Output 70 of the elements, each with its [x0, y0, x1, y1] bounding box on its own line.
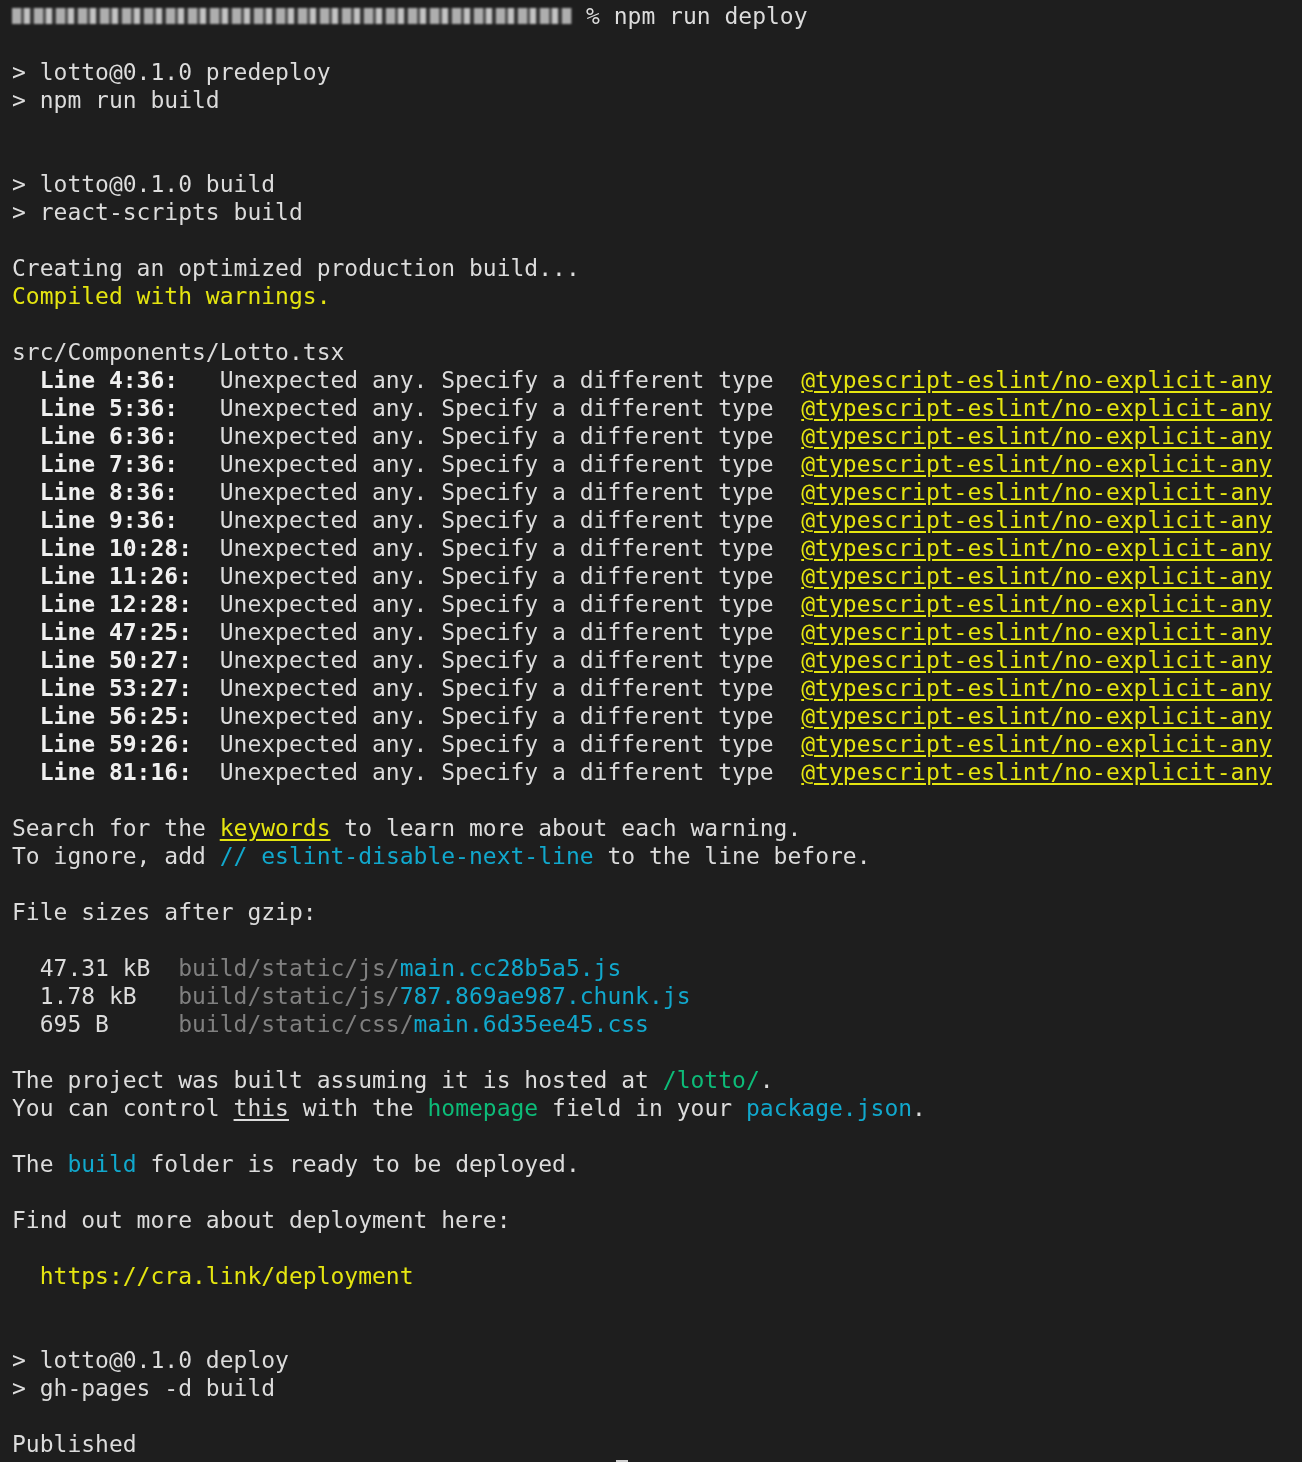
rule-link[interactable]: @typescript-eslint/no-explicit-any: [801, 618, 1290, 646]
warning-location: Line 9:36:: [39, 506, 180, 534]
output-line: File sizes after gzip:: [12, 898, 317, 926]
rule-link[interactable]: @typescript-eslint/no-explicit-any: [801, 478, 1290, 506]
warning-message: Unexpected any. Specify a different type: [219, 730, 775, 758]
output-line: > react-scripts build: [12, 198, 303, 226]
rule-link[interactable]: @typescript-eslint/no-explicit-any: [801, 674, 1290, 702]
output-line: > lotto@0.1.0 predeploy: [12, 58, 331, 86]
warning-location: Line 10:28:: [39, 534, 193, 562]
file-path: build/static/css/main.6d35ee45.css: [178, 1010, 650, 1038]
warning-message: Unexpected any. Specify a different type: [219, 758, 775, 786]
warning-location: Line 11:26:: [39, 562, 193, 590]
warning-message: Unexpected any. Specify a different type: [219, 590, 775, 618]
file-size: 695 B: [39, 1010, 110, 1038]
warning-message: Unexpected any. Specify a different type: [219, 646, 775, 674]
file-size: 1.78 kB: [39, 982, 138, 1010]
rule-link[interactable]: @typescript-eslint/no-explicit-any: [801, 506, 1290, 534]
output-line: > lotto@0.1.0 deploy: [12, 1346, 289, 1374]
output-line: The project was built assuming it is hosted at /lotto/.: [12, 1066, 774, 1094]
warning-location: Line 7:36:: [39, 450, 180, 478]
rule-link[interactable]: @typescript-eslint/no-explicit-any: [801, 366, 1290, 394]
output-line: The build folder is ready to be deployed.: [12, 1150, 580, 1178]
output-line: > npm run build: [12, 86, 220, 114]
output-line: You can control this with the homepage field in your package.json.: [12, 1094, 926, 1122]
warning-message: Unexpected any. Specify a different type: [219, 422, 775, 450]
rule-link[interactable]: @typescript-eslint/no-explicit-any: [801, 730, 1290, 758]
file-size: 47.31 kB: [39, 954, 152, 982]
file-path: build/static/js/787.869ae987.chunk.js: [178, 982, 692, 1010]
warning-location: Line 6:36:: [39, 422, 180, 450]
file-path: build/static/js/main.cc28b5a5.js: [178, 954, 623, 982]
output-line: Search for the keywords to learn more about each warning.: [12, 814, 802, 842]
output-line: To ignore, add // eslint-disable-next-line to the line before.: [12, 842, 871, 870]
warning-location: Line 59:26:: [39, 730, 193, 758]
warning-location: Line 8:36:: [39, 478, 180, 506]
warning-location: Line 4:36:: [39, 366, 180, 394]
warning-location: Line 50:27:: [39, 646, 193, 674]
warning-message: Unexpected any. Specify a different type: [219, 506, 775, 534]
warning-location: Line 5:36:: [39, 394, 180, 422]
warning-message: Unexpected any. Specify a different type: [219, 674, 775, 702]
warning-message: Unexpected any. Specify a different type: [219, 562, 775, 590]
rule-link[interactable]: @typescript-eslint/no-explicit-any: [801, 422, 1290, 450]
output-line: Published: [12, 1430, 137, 1458]
warning-location: Line 81:16:: [39, 758, 193, 786]
rule-link[interactable]: @typescript-eslint/no-explicit-any: [801, 534, 1290, 562]
command-text: % npm run deploy: [586, 2, 808, 30]
output-line: > gh-pages -d build: [12, 1374, 276, 1402]
rule-link[interactable]: @typescript-eslint/no-explicit-any: [801, 702, 1290, 730]
output-line: > lotto@0.1.0 build: [12, 170, 276, 198]
warning-message: Unexpected any. Specify a different type: [219, 478, 775, 506]
rule-link[interactable]: @typescript-eslint/no-explicit-any: [801, 450, 1290, 478]
rule-link[interactable]: @typescript-eslint/no-explicit-any: [801, 758, 1290, 786]
rule-link[interactable]: @typescript-eslint/no-explicit-any: [801, 394, 1290, 422]
output-line: Compiled with warnings.: [12, 282, 331, 310]
warning-location: Line 47:25:: [39, 618, 193, 646]
warning-message: Unexpected any. Specify a different type: [219, 394, 775, 422]
output-line: Find out more about deployment here:: [12, 1206, 511, 1234]
warning-message: Unexpected any. Specify a different type: [219, 366, 775, 394]
warning-message: Unexpected any. Specify a different type: [219, 534, 775, 562]
output-line: Creating an optimized production build...: [12, 254, 580, 282]
warning-location: Line 53:27:: [39, 674, 193, 702]
rule-link[interactable]: @typescript-eslint/no-explicit-any: [801, 590, 1290, 618]
warning-message: Unexpected any. Specify a different type: [219, 450, 775, 478]
warning-location: Line 12:28:: [39, 590, 193, 618]
rule-link[interactable]: @typescript-eslint/no-explicit-any: [801, 646, 1290, 674]
output-line: src/Components/Lotto.tsx: [12, 338, 345, 366]
warning-message: Unexpected any. Specify a different type: [219, 618, 775, 646]
warning-message: Unexpected any. Specify a different type: [219, 702, 775, 730]
warning-location: Line 56:25:: [39, 702, 193, 730]
rule-link[interactable]: @typescript-eslint/no-explicit-any: [801, 562, 1290, 590]
url-link[interactable]: https://cra.link/deployment: [12, 1262, 414, 1290]
